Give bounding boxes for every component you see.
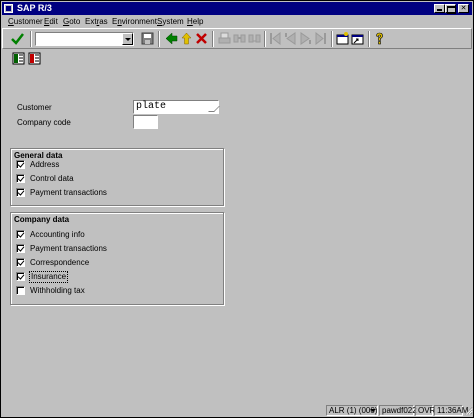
application-toolbar	[2, 49, 472, 68]
maximize-button[interactable]	[445, 4, 456, 14]
help-icon[interactable]	[373, 32, 386, 45]
customer-input[interactable]: plate	[133, 100, 219, 114]
time-field: 11:36AM	[434, 405, 468, 416]
enter-check-icon[interactable]	[11, 32, 24, 45]
find-next-icon[interactable]	[248, 32, 261, 45]
other-object-icon[interactable]	[28, 52, 41, 65]
standard-toolbar	[2, 28, 472, 49]
create-session-icon[interactable]	[336, 32, 349, 45]
insurance-checkbox[interactable]	[16, 272, 25, 281]
address-checkbox[interactable]	[16, 160, 25, 169]
menu-edit[interactable]: Edit	[44, 17, 58, 26]
toolbar-separator	[212, 31, 214, 47]
control-data-label: Control data	[30, 174, 74, 183]
server-field: pawdf022	[379, 405, 417, 416]
system-info-field[interactable]: ALR (1) (000)	[326, 405, 378, 416]
insert-mode-field: OVR	[415, 405, 435, 416]
resize-grip-icon[interactable]	[463, 405, 473, 416]
control-data-checkbox[interactable]	[16, 174, 25, 183]
close-button[interactable]: ✕	[458, 4, 469, 13]
window-title: SAP R/3	[17, 3, 52, 13]
company-code-input[interactable]	[133, 115, 158, 129]
menu-extras[interactable]: Extras	[85, 17, 108, 26]
list-icon[interactable]	[12, 52, 25, 65]
customer-label: Customer	[17, 103, 52, 112]
withholding-tax-label: Withholding tax	[30, 286, 85, 295]
general-data-group: General data Address Control data Paymen…	[10, 148, 224, 206]
company-payment-transactions-checkbox[interactable]	[16, 244, 25, 253]
insurance-label: Insurance	[28, 271, 69, 283]
first-page-icon[interactable]	[269, 32, 282, 45]
sap-window-icon[interactable]	[4, 4, 13, 13]
accounting-info-checkbox[interactable]	[16, 230, 25, 239]
general-data-title: General data	[14, 151, 65, 160]
withholding-tax-checkbox[interactable]	[16, 286, 25, 295]
exit-icon[interactable]	[180, 32, 193, 45]
customer-input-value: plate	[136, 101, 167, 112]
company-payment-transactions-label: Payment transactions	[30, 244, 107, 253]
payment-transactions-label: Payment transactions	[30, 188, 107, 197]
status-bar: ALR (1) (000) pawdf022 OVR 11:36AM	[2, 403, 473, 417]
menu-customer[interactable]: Customer	[8, 17, 43, 26]
previous-page-icon[interactable]	[284, 32, 297, 45]
correspondence-label: Correspondence	[30, 258, 90, 267]
menu-help[interactable]: Help	[187, 17, 203, 26]
company-data-title: Company data	[14, 215, 72, 224]
toolbar-separator	[331, 31, 333, 47]
save-icon[interactable]	[141, 32, 154, 45]
accounting-info-label: Accounting info	[30, 230, 85, 239]
menu-goto[interactable]: Goto	[63, 17, 80, 26]
cancel-icon[interactable]	[195, 32, 208, 45]
minimize-button[interactable]	[434, 4, 445, 13]
main-screen: Customer plate Company code General data…	[2, 69, 472, 403]
title-bar[interactable]: SAP R/3 ✕	[2, 2, 472, 15]
toolbar-separator	[158, 31, 160, 47]
sap-window: SAP R/3 ✕ Customer Edit Goto Extras Envi…	[0, 0, 474, 418]
generate-shortcut-icon[interactable]	[351, 32, 364, 45]
payment-transactions-checkbox[interactable]	[16, 188, 25, 197]
company-code-label: Company code	[17, 118, 71, 127]
system-info-dropdown-icon[interactable]	[370, 409, 376, 412]
back-icon[interactable]	[165, 32, 178, 45]
chevron-down-icon[interactable]	[122, 33, 133, 45]
company-data-group: Company data Accounting info Payment tra…	[10, 212, 224, 305]
toolbar-separator	[368, 31, 370, 47]
toolbar-separator	[30, 31, 32, 47]
menu-bar: Customer Edit Goto Extras Environment Sy…	[2, 15, 472, 28]
command-field[interactable]	[35, 32, 134, 46]
menu-environment[interactable]: Environment	[112, 17, 157, 26]
toolbar-separator	[264, 31, 266, 47]
find-icon[interactable]	[233, 32, 246, 45]
address-label: Address	[30, 160, 60, 169]
print-icon[interactable]	[218, 32, 231, 45]
last-page-icon[interactable]	[314, 32, 327, 45]
next-page-icon[interactable]	[299, 32, 312, 45]
correspondence-checkbox[interactable]	[16, 258, 25, 267]
menu-system[interactable]: System	[157, 17, 184, 26]
